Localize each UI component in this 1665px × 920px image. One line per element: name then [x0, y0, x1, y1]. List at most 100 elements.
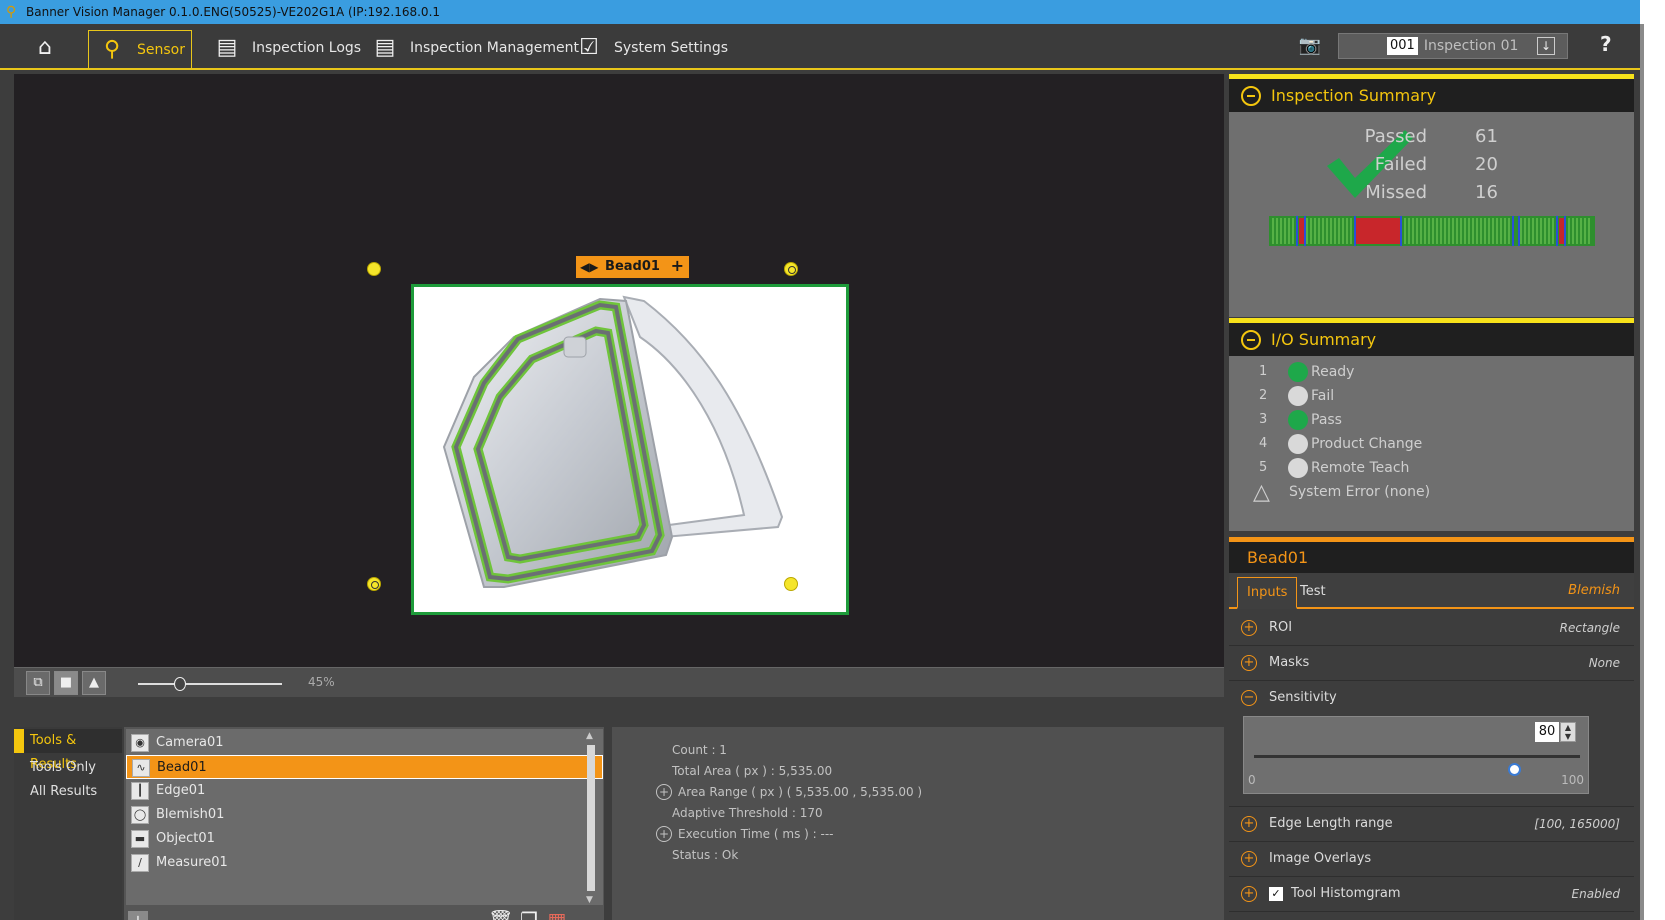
results-filter: Tools & Results Tools Only All Results: [14, 727, 122, 920]
app-logo-icon: ⚲: [6, 4, 17, 20]
part-image: [442, 295, 784, 588]
camera-icon[interactable]: 📷: [1296, 34, 1324, 58]
prop-edge-length-range[interactable]: + Edge Length range [100, 165000]: [1229, 807, 1634, 842]
expand-icon[interactable]: +: [656, 826, 672, 842]
expand-icon[interactable]: +: [1241, 620, 1257, 636]
inspection-summary-header[interactable]: Inspection Summary: [1229, 74, 1634, 112]
overlay-view-icon[interactable]: ⧉: [26, 671, 50, 695]
help-button[interactable]: ?: [1600, 32, 1612, 56]
prop-value: None: [1588, 656, 1620, 670]
inspection-history-bar[interactable]: [1269, 216, 1595, 246]
prop-image-overlays[interactable]: + Image Overlays: [1229, 842, 1634, 877]
prop-tool-histogram[interactable]: + ✓ Tool Histomgram Enabled: [1229, 877, 1634, 912]
warning-triangle-icon: △: [1253, 480, 1270, 505]
delete-all-tools-icon[interactable]: ▦: [546, 907, 568, 920]
prop-value: Enabled: [1571, 887, 1621, 901]
inspection-selector[interactable]: 001 Inspection 01 ↓: [1338, 33, 1568, 59]
expand-icon[interactable]: +: [656, 784, 672, 800]
prop-label: Masks: [1269, 655, 1310, 670]
tool-row-blemish[interactable]: ◯ Blemish01: [126, 803, 603, 827]
roi-rotate-handle-bottom-left[interactable]: [367, 577, 381, 591]
filter-all-results[interactable]: All Results: [14, 780, 122, 804]
io-status-dot: [1288, 386, 1308, 406]
tool-row-measure[interactable]: ∕ Measure01: [126, 851, 603, 875]
expand-icon[interactable]: +: [1241, 851, 1257, 867]
right-panel: Inspection Summary Passed 61 Failed 20 M…: [1229, 74, 1634, 920]
delete-tool-icon[interactable]: 🗑: [488, 907, 513, 920]
result-execution-time-row[interactable]: + Execution Time ( ms ) : ---: [656, 826, 833, 842]
tab-test[interactable]: Test: [1291, 577, 1335, 609]
io-label: Ready: [1311, 364, 1355, 380]
tool-row-bead[interactable]: ∿ Bead01: [126, 755, 603, 779]
sensitivity-slider-knob[interactable]: [1508, 763, 1521, 776]
roi-rotate-handle-top-right[interactable]: [784, 262, 798, 276]
io-summary-header[interactable]: I/O Summary: [1229, 318, 1634, 356]
collapse-icon[interactable]: −: [1241, 690, 1257, 706]
tab-inputs[interactable]: Inputs: [1237, 577, 1298, 609]
io-pin-number: 2: [1259, 388, 1268, 403]
nav-inspection-management[interactable]: ▤ Inspection Management: [370, 30, 579, 66]
tool-row-object[interactable]: ▬ Object01: [126, 827, 603, 851]
scroll-up-icon[interactable]: ▲: [586, 731, 593, 741]
image-view-icon[interactable]: ▲: [82, 671, 106, 695]
list-panel-icon: ▤: [374, 35, 396, 60]
io-pin-number: 1: [1259, 364, 1268, 379]
expand-icon[interactable]: +: [1241, 886, 1257, 902]
nav-home[interactable]: ⌂: [30, 30, 60, 66]
expand-icon[interactable]: +: [1241, 816, 1257, 832]
nav-system-settings[interactable]: ☑ System Settings: [574, 30, 728, 66]
io-status-dot: [1288, 410, 1308, 430]
nav-inspection-logs[interactable]: ▤ Inspection Logs: [212, 30, 361, 66]
roi-handle-top-left[interactable]: [367, 262, 381, 276]
crosshair-icon[interactable]: +: [671, 255, 684, 277]
filter-tools-only[interactable]: Tools Only: [14, 756, 122, 780]
zoom-slider[interactable]: [138, 683, 282, 685]
tools-scrollbar[interactable]: ▲ ▼: [586, 731, 596, 907]
roi-tool-label[interactable]: ◀▶ Bead01 +: [576, 256, 689, 278]
sensitivity-input[interactable]: 80: [1535, 722, 1559, 742]
prop-masks[interactable]: + Masks None: [1229, 646, 1634, 681]
zoom-slider-knob[interactable]: [174, 677, 186, 691]
io-row-pass: 3 Pass: [1229, 408, 1634, 432]
tool-row-edge[interactable]: ┃ Edge01: [126, 779, 603, 803]
roi-rectangle[interactable]: [411, 284, 849, 615]
scroll-down-icon[interactable]: ▼: [586, 895, 593, 905]
result-total-area: Total Area ( px ) : 5,535.00: [672, 764, 833, 778]
home-icon: ⌂: [38, 35, 52, 60]
collapse-icon[interactable]: [1241, 330, 1261, 350]
result-area-range-row[interactable]: + Area Range ( px ) ( 5,535.00 , 5,535.0…: [656, 784, 923, 800]
histogram-checkbox[interactable]: ✓: [1269, 887, 1283, 901]
add-tool-button[interactable]: +: [128, 911, 148, 920]
sensitivity-max: 100: [1561, 773, 1584, 787]
filter-tools-and-results[interactable]: Tools & Results: [14, 729, 122, 772]
failed-label: Failed: [1374, 154, 1427, 175]
single-view-icon[interactable]: ■: [54, 671, 78, 695]
expand-icon[interactable]: +: [1241, 655, 1257, 671]
object-tool-icon: ▬: [131, 830, 149, 848]
collapse-icon[interactable]: [1241, 86, 1261, 106]
download-arrow-icon[interactable]: ↓: [1537, 37, 1555, 55]
result-area-range: Area Range ( px ) ( 5,535.00 , 5,535.00 …: [678, 785, 923, 799]
move-arrows-icon[interactable]: ◀▶: [580, 256, 598, 278]
io-row-remote-teach: 5 Remote Teach: [1229, 456, 1634, 480]
roi-handle-bottom-right[interactable]: [784, 577, 798, 591]
prop-value: [100, 165000]: [1534, 817, 1620, 831]
prop-roi[interactable]: + ROI Rectangle: [1229, 611, 1634, 646]
io-status-dot: [1288, 362, 1308, 382]
sensitivity-spinner[interactable]: ▲ ▼: [1560, 722, 1576, 742]
copy-tool-icon[interactable]: ❐: [518, 907, 540, 920]
sensitivity-slider[interactable]: [1254, 755, 1580, 758]
prop-label: Sensitivity: [1269, 690, 1337, 705]
nav-sensor[interactable]: ⚲ Sensor: [88, 30, 192, 68]
image-viewer[interactable]: ◀▶ Bead01 +: [14, 74, 1224, 667]
tools-panel: ◉ Camera01 ∿ Bead01 ┃ Edge01 ◯ Blemish01…: [124, 727, 604, 920]
scrollbar-thumb[interactable]: [587, 745, 595, 891]
camera-tool-icon: ◉: [131, 734, 149, 752]
prop-value: Rectangle: [1559, 621, 1620, 635]
tool-type-label: Blemish: [1568, 583, 1620, 598]
io-label: Pass: [1311, 412, 1342, 428]
clipboard-gear-icon: ☑: [579, 35, 599, 60]
missed-label: Missed: [1365, 182, 1427, 203]
io-summary-title: I/O Summary: [1271, 330, 1377, 349]
tool-row-camera[interactable]: ◉ Camera01: [126, 731, 603, 755]
